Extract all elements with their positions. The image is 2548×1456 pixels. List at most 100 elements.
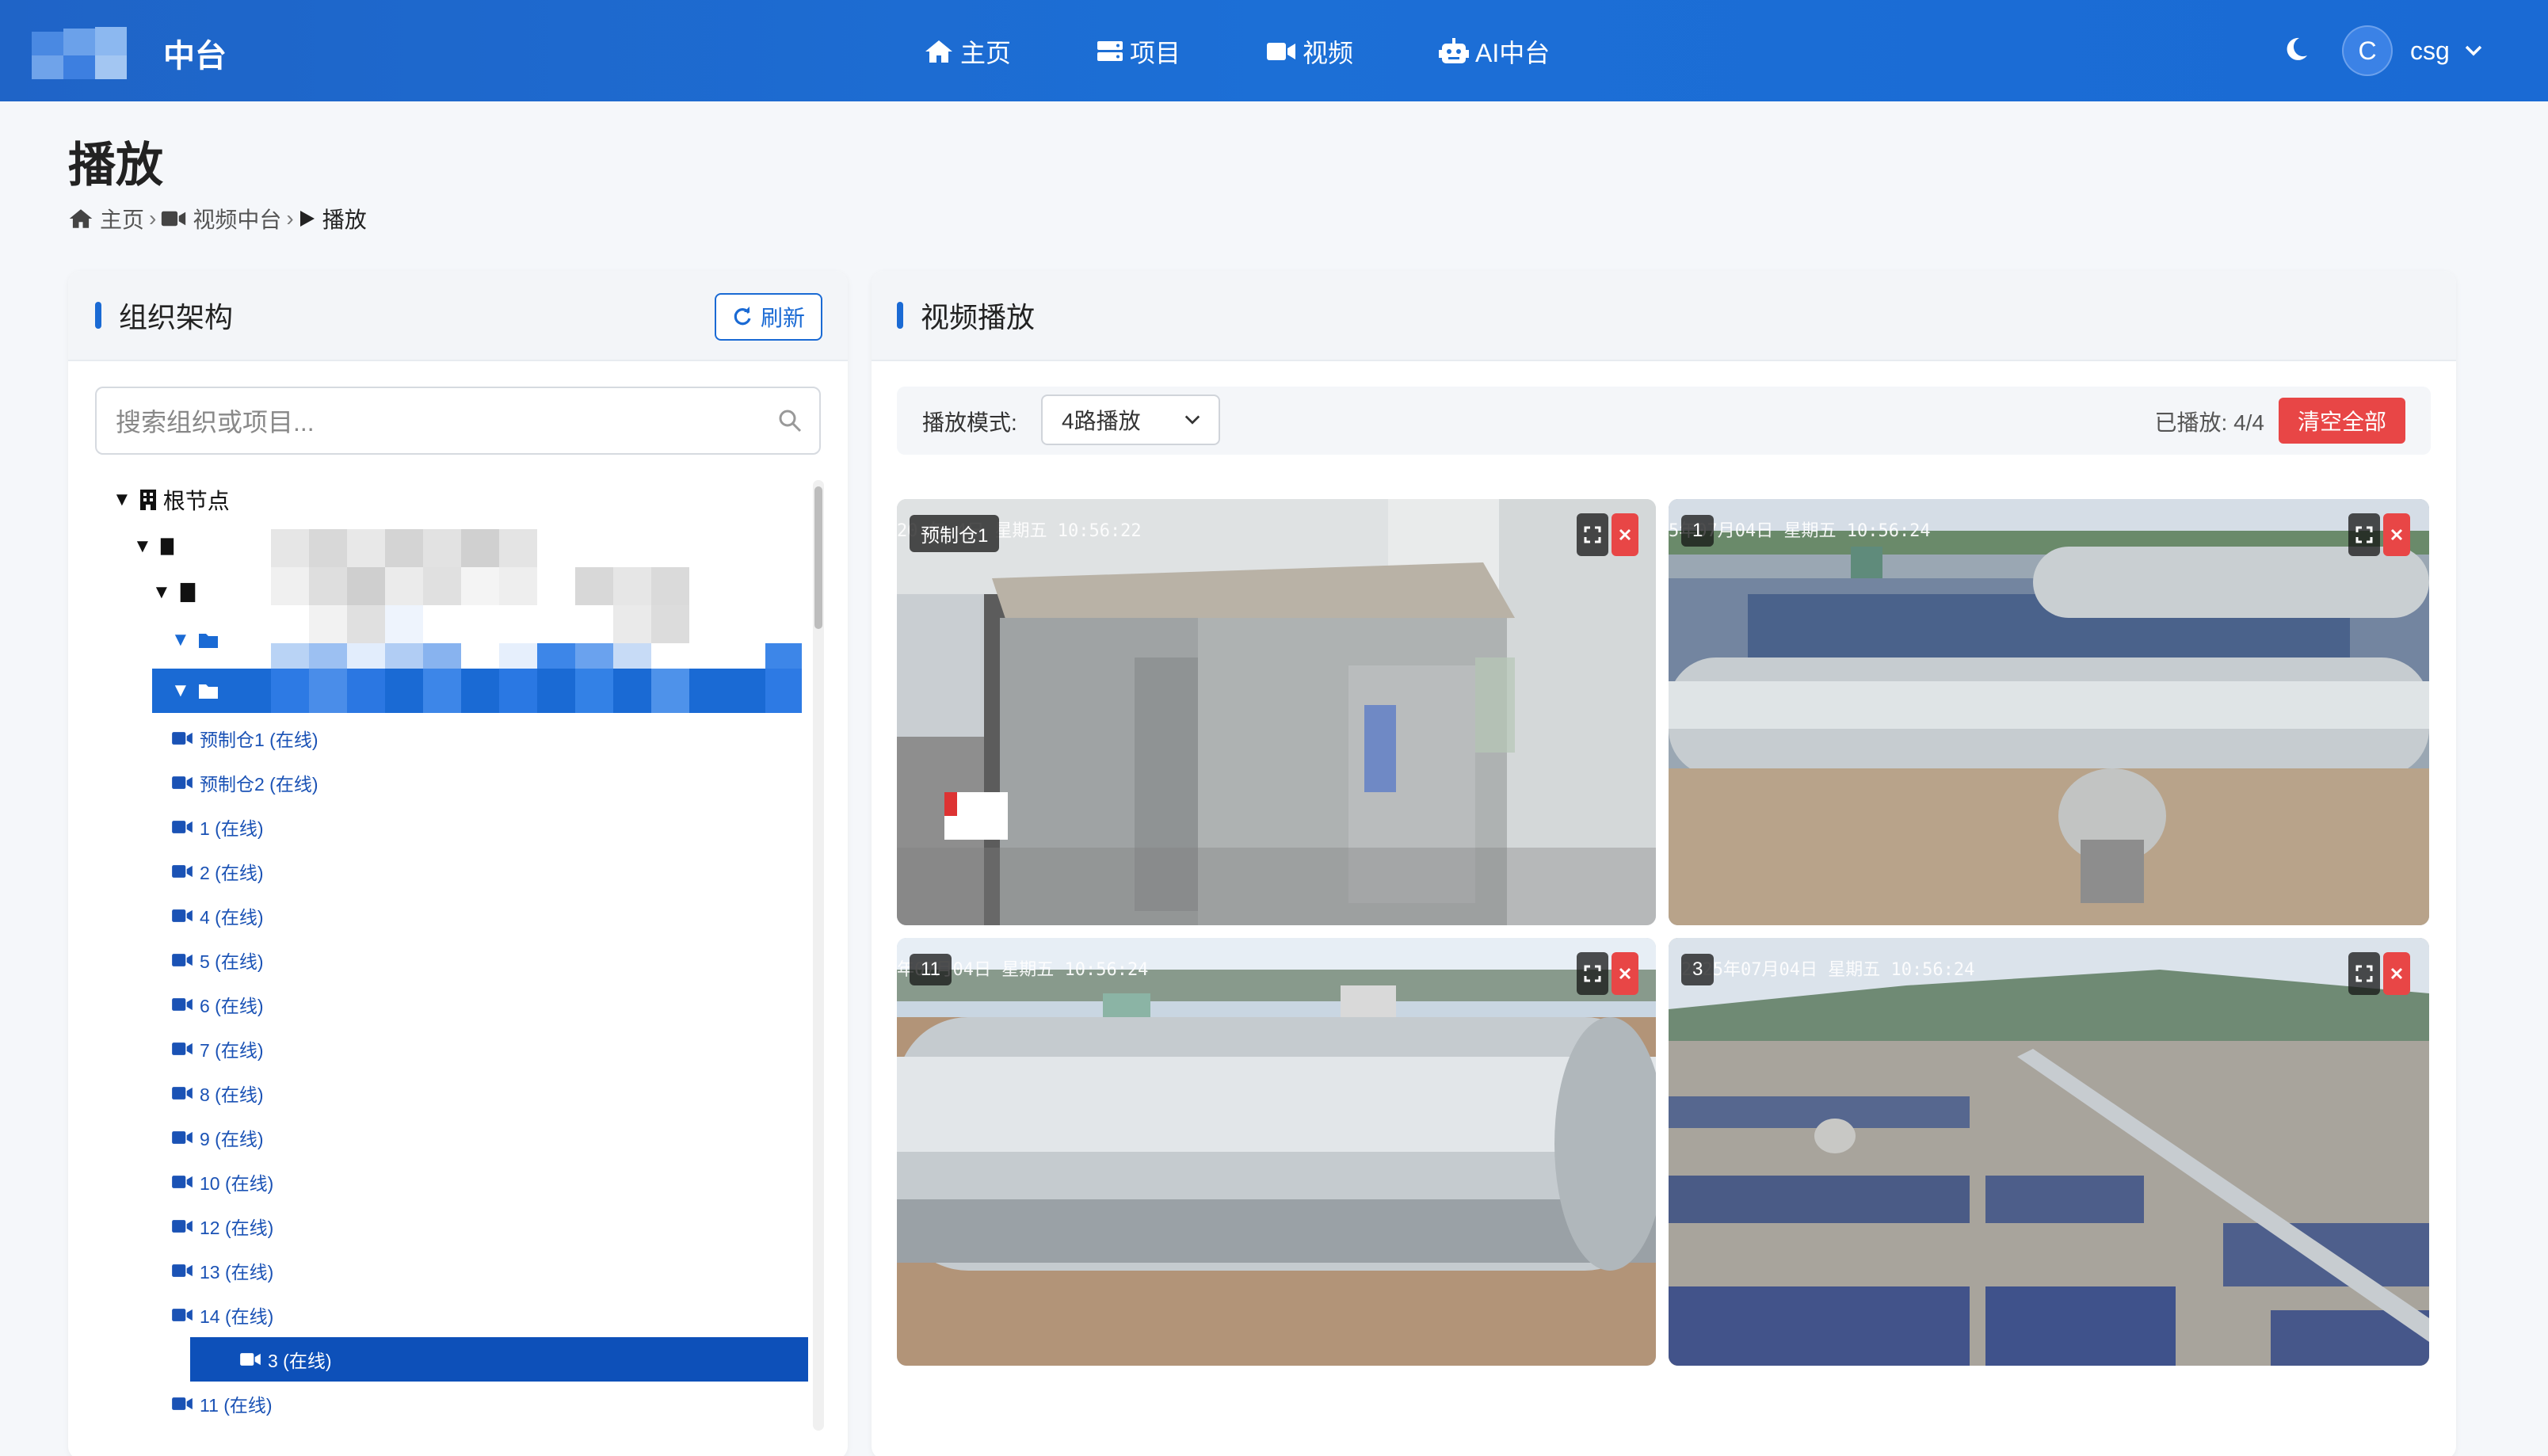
play-mode-label: 播放模式:	[922, 410, 1017, 435]
refresh-icon	[734, 307, 751, 326]
video-camera-icon	[172, 1220, 193, 1233]
device-item[interactable]: 12 (在线)	[171, 1204, 273, 1248]
chevron-down-icon	[2465, 45, 2482, 56]
device-item[interactable]: 9 (在线)	[171, 1115, 264, 1160]
nav-projects[interactable]: 项目	[1097, 32, 1181, 71]
video-camera-icon	[162, 211, 186, 227]
video-channel-label: 1	[1681, 515, 1715, 547]
tree-node-root[interactable]: ▼ 根节点	[113, 480, 230, 520]
user-name: csg	[2410, 36, 2450, 65]
tree-node-redacted[interactable]: ▼	[171, 623, 219, 657]
video-camera-icon	[172, 821, 193, 833]
org-panel-title: 组织架构	[119, 301, 234, 334]
device-item[interactable]: 4 (在线)	[171, 894, 264, 938]
close-video-button[interactable]	[2383, 513, 2410, 556]
close-video-button[interactable]	[1612, 952, 1638, 995]
server-icon	[1097, 41, 1123, 61]
close-icon	[2390, 528, 2403, 541]
scrollbar-thumb[interactable]	[814, 486, 822, 629]
search-placeholder: 搜索组织或项目...	[116, 408, 315, 436]
folder-icon	[198, 634, 218, 648]
breadcrumb-video-center[interactable]: 视频中台	[193, 203, 281, 234]
user-menu[interactable]: C csg	[2342, 25, 2483, 76]
fullscreen-icon	[2355, 526, 2373, 543]
caret-down-icon: ▼	[113, 489, 132, 510]
refresh-button[interactable]: 刷新	[715, 293, 822, 341]
device-item[interactable]: 14 (在线)	[171, 1293, 273, 1337]
video-tile[interactable]: 5年07月04日 星期五 10:56:24 1	[1669, 499, 2429, 925]
video-frame	[897, 938, 1656, 1366]
folder-icon	[198, 684, 218, 699]
video-camera-icon	[172, 776, 193, 789]
video-timestamp: 2025年07月04日 星期五 10:56:24	[1681, 960, 1975, 980]
dark-mode-icon[interactable]	[2282, 35, 2310, 63]
device-item[interactable]: 7 (在线)	[171, 1027, 264, 1071]
title-accent-bar	[95, 302, 101, 329]
video-frame	[897, 499, 1656, 925]
org-tree: ▼ 根节点 ▼ ▼ ▼ ▼ 预制仓1 (在线) 预制仓2 (在线) 1 (在线)…	[95, 480, 808, 1454]
device-item[interactable]: 预制仓1 (在线)	[171, 716, 318, 760]
fullscreen-button[interactable]	[1577, 952, 1608, 995]
video-camera-icon	[172, 1042, 193, 1055]
fullscreen-button[interactable]	[1577, 513, 1608, 556]
tree-node-label: 根节点	[162, 489, 230, 513]
tree-node-redacted[interactable]: ▼	[133, 529, 174, 564]
video-camera-icon	[172, 1087, 193, 1100]
video-playback-panel: 视频播放 播放模式: 4路播放 已播放: 4/4 清空全部 20 年 4日 星期…	[872, 271, 2456, 1456]
tree-node-redacted[interactable]: ▼	[152, 575, 196, 610]
video-channel-label: 3	[1681, 954, 1715, 985]
tree-node-selected-org[interactable]	[152, 669, 802, 713]
device-item-selected[interactable]: 3 (在线)	[190, 1337, 808, 1382]
caret-down-icon: ▼	[152, 581, 171, 603]
play-icon	[299, 211, 315, 227]
brand-logo-redacted	[32, 27, 158, 79]
nav-home[interactable]: 主页	[924, 32, 1011, 71]
device-item[interactable]: 6 (在线)	[171, 982, 264, 1027]
video-tile[interactable]: 20 年 4日 星期五 10:56:22 预制仓1	[897, 499, 1656, 925]
chevron-right-icon: ›	[149, 206, 157, 231]
avatar: C	[2342, 25, 2393, 76]
device-item[interactable]: 5 (在线)	[171, 938, 264, 982]
building-icon	[139, 490, 156, 510]
device-item[interactable]: 13 (在线)	[171, 1248, 273, 1293]
nav-ai-platform[interactable]: AI中台	[1439, 32, 1550, 71]
building-icon	[160, 538, 174, 555]
device-item[interactable]: 2 (在线)	[171, 849, 264, 894]
nav-video[interactable]: 视频	[1266, 32, 1353, 71]
playback-toolbar: 播放模式: 4路播放 已播放: 4/4 清空全部	[897, 387, 2431, 455]
play-mode-select[interactable]: 4路播放	[1041, 394, 1220, 445]
device-item[interactable]: 预制仓2 (在线)	[171, 760, 318, 805]
video-panel-header: 视频播放	[872, 271, 2456, 361]
fullscreen-icon	[1584, 526, 1601, 543]
video-tile[interactable]: 年07月04日 星期五 10:56:24 11	[897, 938, 1656, 1366]
caret-down-icon: ▼	[133, 536, 152, 557]
close-video-button[interactable]	[1612, 513, 1638, 556]
fullscreen-button[interactable]	[2348, 513, 2380, 556]
video-camera-icon	[240, 1353, 261, 1366]
close-video-button[interactable]	[2383, 952, 2410, 995]
chevron-right-icon: ›	[286, 206, 294, 231]
clear-all-button[interactable]: 清空全部	[2279, 398, 2405, 444]
device-item[interactable]: 10 (在线)	[171, 1160, 273, 1204]
video-camera-icon	[172, 1176, 193, 1188]
video-camera-icon	[172, 1397, 193, 1410]
device-item[interactable]: 11 (在线)	[171, 1382, 273, 1426]
caret-down-icon: ▼	[171, 629, 190, 650]
org-search-input[interactable]: 搜索组织或项目...	[95, 387, 821, 455]
breadcrumb-home[interactable]: 主页	[100, 203, 144, 234]
org-panel-header: 组织架构 刷新	[68, 271, 848, 361]
building-icon	[180, 582, 196, 603]
fullscreen-icon	[1584, 965, 1601, 982]
search-icon	[779, 410, 802, 433]
tree-node-redacted[interactable]: ▼	[171, 672, 219, 710]
video-tile[interactable]: 2025年07月04日 星期五 10:56:24 3	[1669, 938, 2429, 1366]
chevron-down-icon	[1184, 415, 1200, 425]
video-camera-icon	[172, 1309, 193, 1321]
fullscreen-button[interactable]	[2348, 952, 2380, 995]
brand[interactable]: 中台	[32, 27, 227, 79]
tree-scrollbar[interactable]	[813, 480, 824, 1431]
device-item[interactable]: 8 (在线)	[171, 1071, 264, 1115]
video-channel-label: 预制仓1	[910, 515, 1000, 552]
device-item[interactable]: 1 (在线)	[171, 805, 264, 849]
close-icon	[1619, 528, 1631, 541]
